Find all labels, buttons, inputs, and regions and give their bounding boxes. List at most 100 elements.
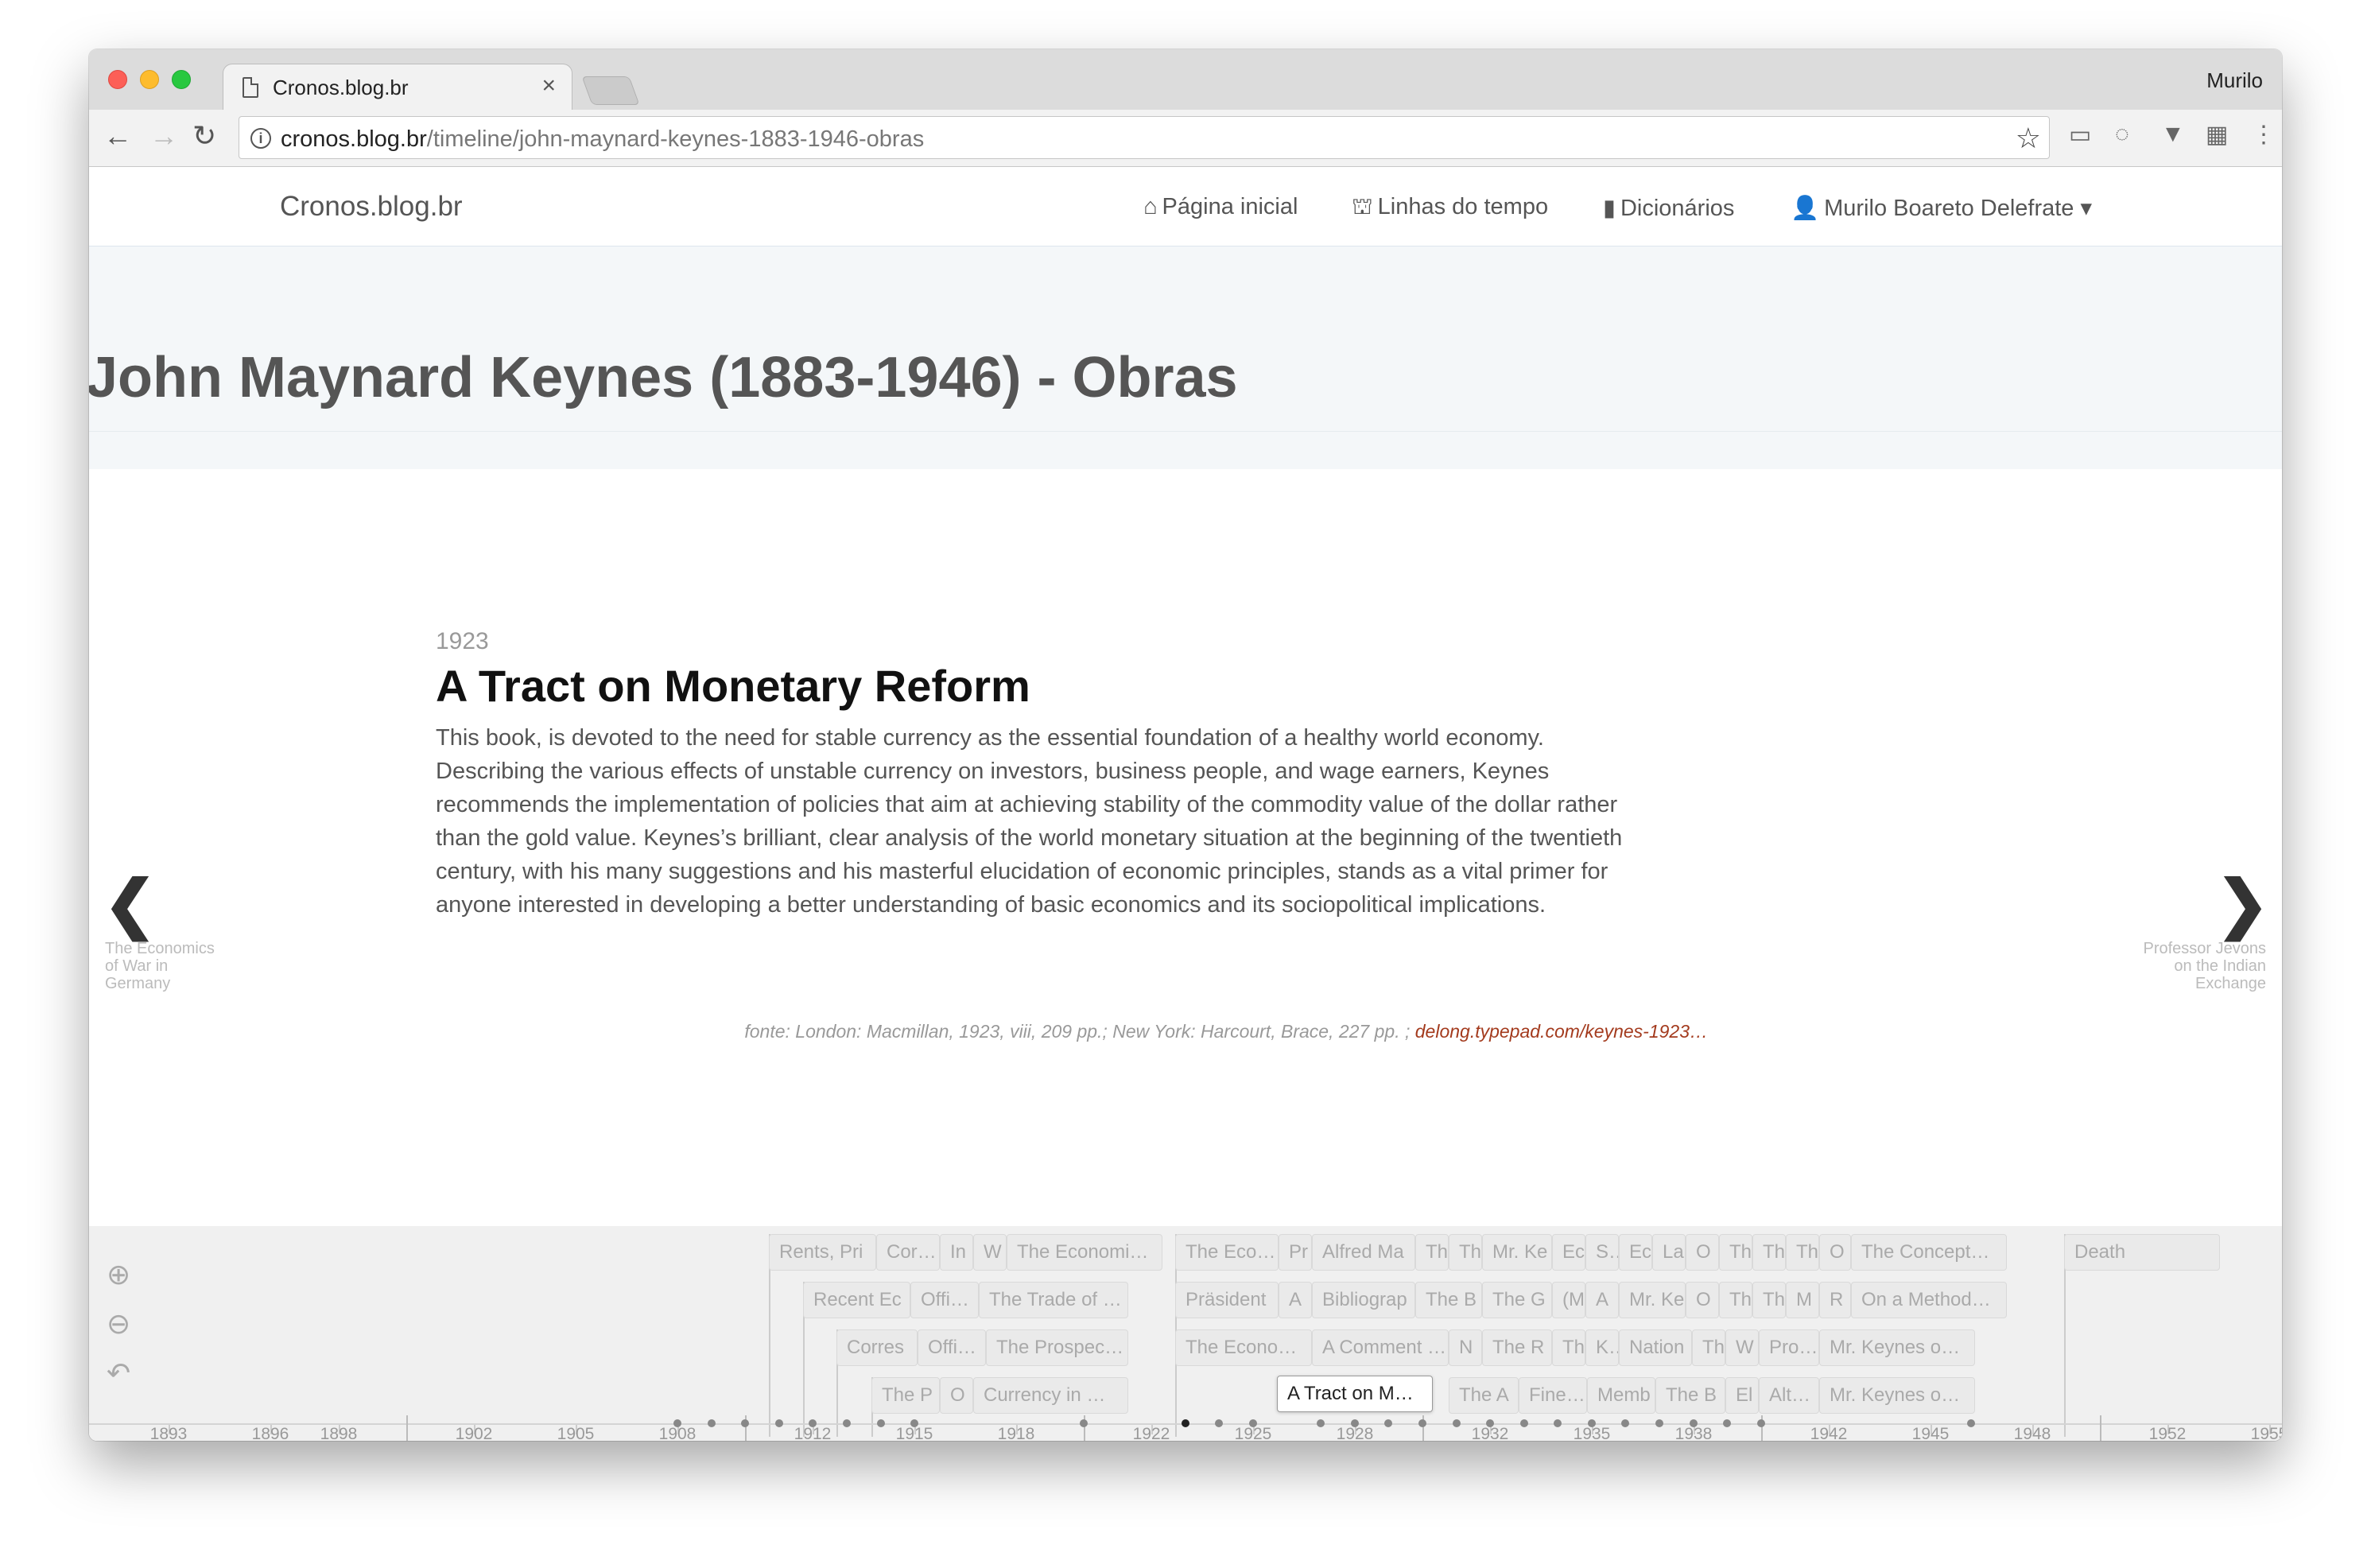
menu-kebab-icon[interactable]: ⋮ — [2252, 121, 2276, 149]
nav-dictionaries[interactable]: ▮ Dicionários — [1603, 194, 1734, 222]
timeline-flag[interactable]: W — [973, 1234, 1007, 1271]
timeline-flag[interactable]: Corres — [836, 1329, 918, 1366]
timeline-marker[interactable] — [1967, 1419, 1975, 1427]
next-slide-chevron-icon[interactable]: ❯ — [2216, 867, 2269, 941]
extension-circle-icon[interactable]: ◌ — [2115, 121, 2129, 148]
back-arrow-icon[interactable]: ← — [103, 119, 132, 153]
timeline-flag[interactable]: Official — [910, 1282, 979, 1318]
profile-name[interactable]: Murilo — [2206, 68, 2263, 93]
timeline-flag[interactable]: Mr. Ke — [1482, 1234, 1552, 1271]
timeline-flag[interactable]: N — [1449, 1329, 1482, 1366]
url-text[interactable]: cronos.blog.br/timeline/john-maynard-key… — [281, 126, 924, 153]
nav-user-menu[interactable]: 👤 Murilo Boareto Delefrate ▾ — [1791, 194, 2092, 222]
timeline-flag[interactable]: Th — [1752, 1234, 1786, 1271]
timeline-flag[interactable]: In — [940, 1234, 973, 1271]
timeline-flag[interactable]: The Concept… — [1851, 1234, 2007, 1271]
timeline-marker[interactable] — [1080, 1419, 1088, 1427]
nav-timelines[interactable]: ⛫ Linhas do tempo — [1352, 194, 1548, 223]
cast-icon[interactable]: ▭ — [2069, 121, 2091, 149]
timeline-flag[interactable]: On a Method… — [1851, 1282, 2007, 1318]
timeline-marker[interactable] — [843, 1419, 851, 1427]
timeline-flag[interactable]: Fine G — [1519, 1377, 1587, 1414]
timeline-marker-active[interactable] — [1182, 1419, 1189, 1427]
timeline-marker[interactable] — [1215, 1419, 1223, 1427]
timeline-flag[interactable]: Altern — [1759, 1377, 1819, 1414]
timeline-flag[interactable]: O — [940, 1377, 973, 1414]
timeline-flag[interactable]: The A — [1449, 1377, 1519, 1414]
timeline-marker[interactable] — [1453, 1419, 1461, 1427]
tab-close-icon[interactable]: × — [541, 72, 556, 99]
timeline-flag[interactable]: Memb — [1587, 1377, 1655, 1414]
timeline-flag[interactable]: Th — [1786, 1234, 1819, 1271]
timeline-flag[interactable]: Currency in … — [973, 1377, 1128, 1414]
maximize-window-button[interactable] — [172, 70, 191, 89]
timeline-flag[interactable]: Alfred Ma — [1312, 1234, 1415, 1271]
timeline-marker[interactable] — [1351, 1419, 1359, 1427]
timeline-flag[interactable]: Pr — [1279, 1234, 1312, 1271]
zoom-out-icon[interactable]: ⊖ — [107, 1307, 130, 1356]
new-tab-button[interactable] — [581, 76, 640, 105]
timeline-flag[interactable]: The R — [1482, 1329, 1552, 1366]
timeline-flag[interactable]: The Economi… — [1007, 1234, 1162, 1271]
timeline-marker[interactable] — [809, 1419, 817, 1427]
timeline-flag[interactable]: Th — [1719, 1234, 1752, 1271]
timeline-flag[interactable]: Recent Ec — [803, 1282, 910, 1318]
timeline-marker[interactable] — [1554, 1419, 1562, 1427]
timeline-flag[interactable]: The B — [1415, 1282, 1482, 1318]
timeline-flag[interactable]: The Econo — [1175, 1234, 1279, 1271]
timeline-marker[interactable] — [1621, 1419, 1629, 1427]
timeline-flag[interactable]: Th — [1415, 1234, 1449, 1271]
timeline-marker[interactable] — [1757, 1419, 1765, 1427]
timeline-marker[interactable] — [910, 1419, 918, 1427]
close-window-button[interactable] — [108, 70, 127, 89]
timeline-flag[interactable]: Ke — [1585, 1329, 1619, 1366]
site-brand[interactable]: Cronos.blog.br — [280, 191, 463, 223]
timeline-flag[interactable]: La — [1652, 1234, 1686, 1271]
extension-grid-icon[interactable]: ▦ — [2206, 121, 2228, 149]
nav-home[interactable]: ⌂ Página inicial — [1143, 194, 1298, 220]
timeline-flag[interactable]: A Comment … — [1312, 1329, 1449, 1366]
timeline-flag[interactable]: (M — [1552, 1282, 1585, 1318]
reload-icon[interactable]: ↻ — [192, 119, 216, 153]
timeline-flag[interactable]: Mr. Ke — [1619, 1282, 1686, 1318]
timeline-flag-active[interactable]: A Tract on M… — [1277, 1376, 1433, 1412]
timeline-flag[interactable]: Bibliograp — [1312, 1282, 1415, 1318]
timeline-flag[interactable]: R — [1819, 1282, 1851, 1318]
timeline-flag[interactable]: Death — [2064, 1234, 2220, 1271]
timeline-flag[interactable]: Official — [918, 1329, 986, 1366]
timeline-marker[interactable] — [708, 1419, 716, 1427]
timeline-flag[interactable]: Mr. Keynes o… — [1819, 1329, 1975, 1366]
timeline-flag[interactable]: Sa — [1585, 1234, 1619, 1271]
timeline-flag[interactable]: Präsident — [1175, 1282, 1279, 1318]
minimize-window-button[interactable] — [140, 70, 159, 89]
timeline-marker[interactable] — [775, 1419, 783, 1427]
timeline-flag[interactable]: A — [1585, 1282, 1619, 1318]
info-icon[interactable]: i — [250, 128, 271, 149]
reset-back-icon[interactable]: ↶ — [107, 1356, 130, 1406]
timeline-marker[interactable] — [1384, 1419, 1392, 1427]
browser-tab[interactable]: Cronos.blog.br × — [223, 64, 572, 110]
timeline-flag[interactable]: O — [1819, 1234, 1851, 1271]
timeline-flag[interactable]: O — [1686, 1234, 1719, 1271]
timeline-flag[interactable]: Prof. I — [1759, 1329, 1819, 1366]
timeline-flag[interactable]: The Prospec… — [986, 1329, 1128, 1366]
timeline-flag[interactable]: Ec — [1619, 1234, 1652, 1271]
timeline-flag[interactable]: Th — [1449, 1234, 1482, 1271]
timeline-flag[interactable]: Ec — [1552, 1234, 1585, 1271]
timeline-marker[interactable] — [1418, 1419, 1426, 1427]
timeline-marker[interactable] — [877, 1419, 885, 1427]
bookmark-star-icon[interactable]: ☆ — [2016, 122, 2041, 155]
timeline-flag[interactable]: Mr. Keynes o… — [1819, 1377, 1975, 1414]
timeline-flag[interactable]: The Economi… — [1175, 1329, 1312, 1366]
source-link[interactable]: delong.typepad.com/keynes-1923… — [1415, 1021, 1708, 1042]
prev-slide-chevron-icon[interactable]: ❮ — [103, 867, 157, 941]
address-bar[interactable]: i cronos.blog.br/timeline/john-maynard-k… — [239, 116, 2050, 159]
timeline-marker[interactable] — [1317, 1419, 1325, 1427]
timeline-marker[interactable] — [1655, 1419, 1663, 1427]
timeline-marker[interactable] — [1486, 1419, 1494, 1427]
prev-slide-caption[interactable]: The Economics of War in Germany — [105, 940, 232, 992]
timeline-flag[interactable]: O — [1686, 1282, 1719, 1318]
timeline-flag[interactable]: El — [1725, 1377, 1759, 1414]
zoom-in-icon[interactable]: ⊕ — [107, 1258, 130, 1307]
timeline-flag[interactable]: Corres — [876, 1234, 940, 1271]
